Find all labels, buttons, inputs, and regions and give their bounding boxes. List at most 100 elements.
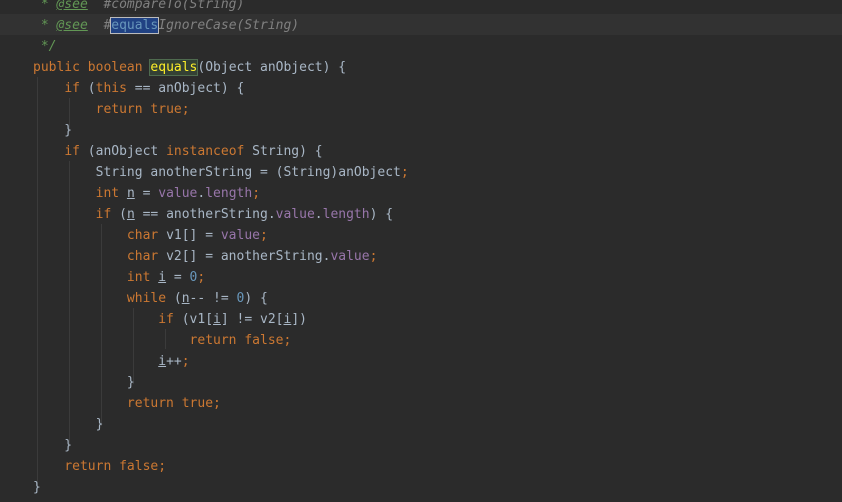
code-token: */	[33, 39, 57, 54]
code-line[interactable]: return false;	[33, 330, 292, 351]
code-line[interactable]: }	[33, 435, 72, 456]
code-line[interactable]: }	[33, 477, 41, 498]
code-token: length	[322, 207, 370, 222]
code-token: i	[158, 354, 167, 369]
code-token: -- !=	[189, 291, 237, 306]
code-token: v2[] = anotherString.	[166, 249, 331, 264]
code-token: return false	[64, 459, 159, 474]
code-line[interactable]: * @see #compareTo(String)	[33, 0, 245, 15]
code-token: (	[87, 81, 96, 96]
code-token: if	[95, 207, 120, 222]
code-token: IgnoreCase(String)	[158, 18, 300, 33]
code-token: (Object anObject) {	[197, 60, 347, 75]
code-token: ;	[181, 102, 190, 117]
code-line[interactable]: public boolean equals(Object anObject) {	[33, 57, 346, 78]
code-line[interactable]: }	[33, 414, 104, 435]
code-token: i	[158, 270, 167, 285]
code-line[interactable]: if (this == anObject) {	[33, 78, 244, 99]
code-token: @see	[56, 0, 88, 12]
code-token: while	[126, 291, 174, 306]
code-line[interactable]: int n = value.length;	[33, 183, 260, 204]
code-line[interactable]: if (v1[i] != v2[i])	[33, 309, 307, 330]
code-token: *	[33, 0, 57, 12]
code-token: ;	[369, 249, 378, 264]
code-token: boolean	[87, 60, 151, 75]
code-token: @see	[56, 18, 88, 33]
code-token: #	[87, 18, 112, 33]
code-token: *	[33, 18, 57, 33]
code-token: }	[33, 123, 73, 138]
code-token: n	[126, 207, 135, 222]
code-token: n	[181, 291, 190, 306]
code-token: String anotherString = (String)anObject	[33, 165, 401, 180]
code-token: char	[126, 249, 167, 264]
code-line[interactable]: if (anObject instanceof String) {	[33, 141, 323, 162]
method-name-highlight: equals	[149, 59, 199, 76]
code-token: ) {	[244, 291, 268, 306]
code-token: =	[166, 270, 190, 285]
code-token: ] != v2[	[220, 312, 284, 327]
code-line[interactable]: char v1[] = value;	[33, 225, 268, 246]
code-editor[interactable]: * @see #compareTo(String) * @see #equals…	[0, 0, 842, 502]
code-line[interactable]: int i = 0;	[33, 267, 205, 288]
code-token: value	[275, 207, 315, 222]
code-token: value	[330, 249, 370, 264]
code-token: }	[33, 375, 135, 390]
search-selection: equals	[110, 17, 160, 34]
code-token: ;	[283, 333, 292, 348]
code-token: }	[33, 417, 104, 432]
code-token: }	[33, 480, 41, 495]
code-token: return true	[126, 396, 214, 411]
code-token: ;	[213, 396, 221, 411]
code-line[interactable]: String anotherString = (String)anObject;	[33, 162, 409, 183]
code-token: == anObject) {	[134, 81, 245, 96]
code-token: int	[95, 186, 127, 201]
code-token: .	[314, 207, 323, 222]
code-line[interactable]: return true;	[33, 99, 190, 120]
code-token: #compareTo(String)	[87, 0, 245, 12]
code-token: =	[134, 186, 159, 201]
code-line[interactable]: return true;	[33, 393, 221, 414]
code-token: instanceof	[166, 144, 253, 159]
code-line[interactable]: while (n-- != 0) {	[33, 288, 268, 309]
code-token: int	[126, 270, 159, 285]
code-line[interactable]: if (n == anotherString.value.length) {	[33, 204, 393, 225]
code-line[interactable]: i++;	[33, 351, 190, 372]
code-token: == anotherString.	[134, 207, 276, 222]
code-token: (	[119, 207, 127, 222]
code-token: return false	[189, 333, 284, 348]
code-token: return true	[95, 102, 182, 117]
code-token: if	[64, 144, 88, 159]
code-token: v1[] =	[166, 228, 221, 243]
code-line[interactable]: return false;	[33, 456, 166, 477]
code-token: ;	[181, 354, 190, 369]
code-token: ;	[197, 270, 206, 285]
code-token: String) {	[252, 144, 323, 159]
code-token: ) {	[369, 207, 394, 222]
code-token: i	[213, 312, 221, 327]
code-token: n	[126, 186, 135, 201]
code-line[interactable]: */	[33, 36, 57, 57]
code-line[interactable]: }	[33, 120, 72, 141]
editor-gutter[interactable]	[0, 0, 14, 502]
code-token: ;	[400, 165, 409, 180]
code-line[interactable]: }	[33, 372, 135, 393]
code-token: (anObject	[87, 144, 167, 159]
code-line[interactable]: * @see #equalsIgnoreCase(String)	[33, 15, 299, 36]
code-token: ;	[260, 228, 268, 243]
code-token: char	[126, 228, 167, 243]
code-token: (	[173, 291, 182, 306]
code-token: ])	[291, 312, 307, 327]
code-line[interactable]: char v2[] = anotherString.value;	[33, 246, 377, 267]
